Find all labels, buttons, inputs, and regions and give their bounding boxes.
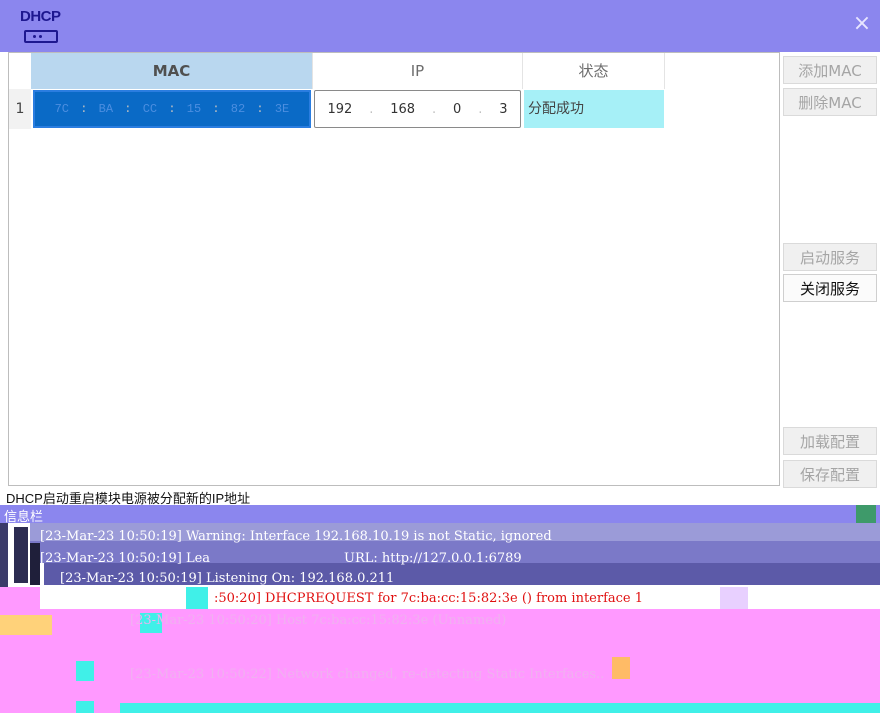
panel-pin-icon[interactable] bbox=[856, 505, 876, 523]
log-entry: :50:20] DHCPREQUEST for 7c:ba:cc:15:82:3… bbox=[214, 591, 644, 606]
column-header-mac[interactable]: MAC bbox=[31, 53, 313, 89]
close-icon[interactable]: × bbox=[850, 12, 874, 36]
log-entry: [23-Mar-23 10:50:20] Host 7c:ba:cc:15:82… bbox=[130, 613, 507, 628]
load-config-button[interactable]: 加载配置 bbox=[783, 427, 877, 455]
info-panel-header: 信息栏 bbox=[0, 505, 880, 525]
network-adapter-icon bbox=[24, 30, 58, 43]
start-service-button[interactable]: 启动服务 bbox=[783, 243, 877, 271]
row-index[interactable]: 1 bbox=[9, 89, 31, 129]
log-entry: [23-Mar-23 10:50:22] Network changed, re… bbox=[130, 667, 605, 682]
ip-octet[interactable]: 168 bbox=[390, 102, 415, 117]
mac-address-cell[interactable]: 7C: BA: CC: 15: 82: 3E bbox=[33, 90, 311, 128]
column-header-status[interactable]: 状态 bbox=[523, 53, 665, 89]
column-header-ip[interactable]: IP bbox=[313, 53, 523, 89]
ip-octet[interactable]: 0 bbox=[453, 102, 461, 117]
mac-table: MAC IP 状态 1 7C: BA: CC: 15: 82: 3E 192. … bbox=[8, 52, 780, 486]
status-cell: 分配成功 bbox=[524, 90, 664, 128]
mac-octet: 7C bbox=[54, 102, 70, 116]
title-bar: DHCP × bbox=[0, 0, 880, 52]
mac-octet: BA bbox=[98, 102, 114, 116]
mac-octet: 3E bbox=[274, 102, 290, 116]
delete-mac-button[interactable]: 删除MAC bbox=[783, 88, 877, 116]
mac-octet: 82 bbox=[230, 102, 246, 116]
mac-octet: CC bbox=[142, 102, 158, 116]
log-entry: [23-Mar-23 10:50:19] Lea bbox=[40, 551, 211, 566]
ip-address-input[interactable]: 192. 168. 0. 3 bbox=[314, 90, 521, 128]
log-entry: [23-Mar-23 10:50:19] Warning: Interface … bbox=[40, 529, 552, 544]
save-config-button[interactable]: 保存配置 bbox=[783, 460, 877, 488]
log-panel[interactable]: [23-Mar-23 10:50:19] Warning: Interface … bbox=[0, 523, 880, 713]
add-mac-button[interactable]: 添加MAC bbox=[783, 56, 877, 84]
log-entry: [23-Mar-23 10:50:19] Listening On: 192.1… bbox=[60, 571, 395, 586]
ip-octet[interactable]: 3 bbox=[499, 102, 507, 117]
stop-service-button[interactable]: 关闭服务 bbox=[783, 274, 877, 302]
ip-octet[interactable]: 192 bbox=[327, 102, 352, 117]
mac-octet: 15 bbox=[186, 102, 202, 116]
window-title: DHCP bbox=[20, 8, 61, 25]
log-entry: URL: http://127.0.0.1:6789 bbox=[344, 551, 522, 566]
